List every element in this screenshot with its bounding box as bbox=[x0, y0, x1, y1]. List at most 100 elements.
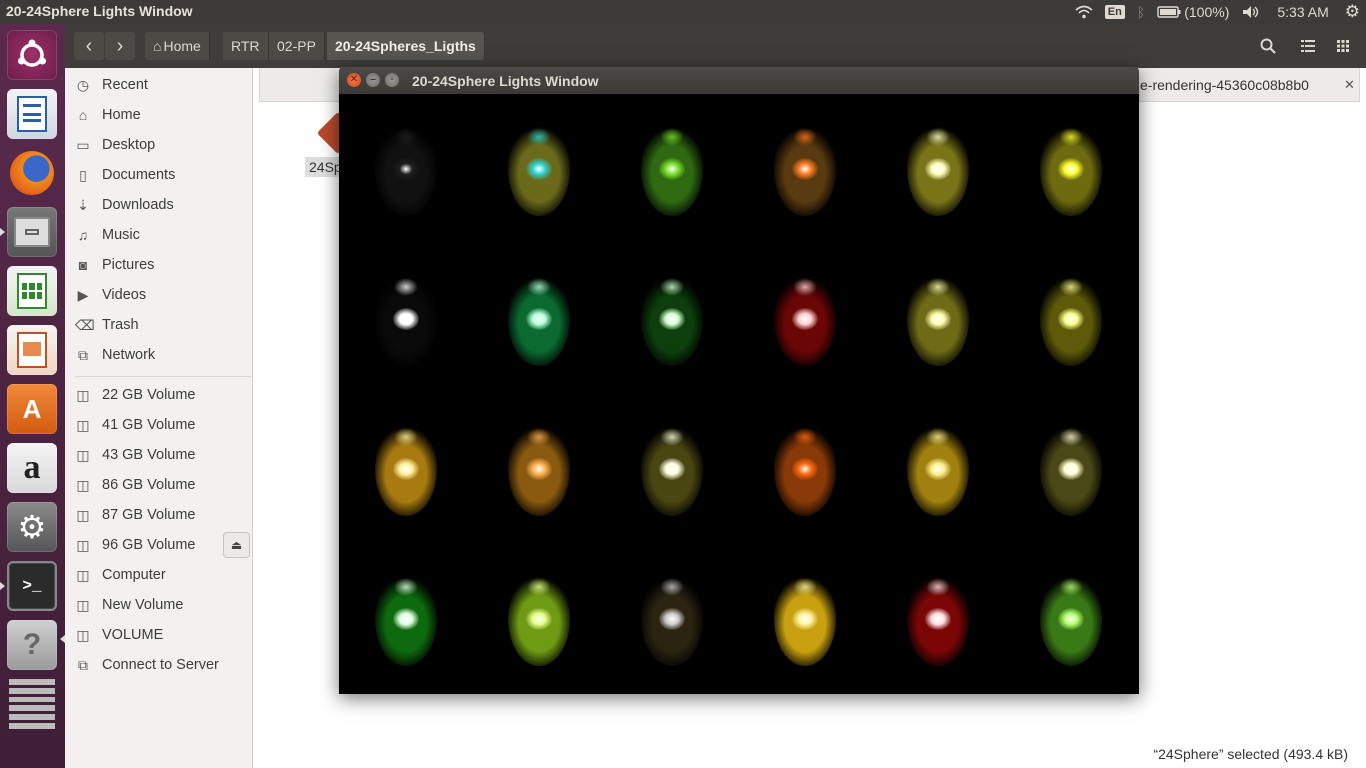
sidebar-item-86gb-volume[interactable]: ◫ 86 GB Volume bbox=[65, 470, 253, 500]
battery-icon bbox=[1157, 6, 1181, 18]
sphere-highlight-center bbox=[925, 158, 951, 180]
sphere-3-4 bbox=[774, 422, 836, 516]
back-button[interactable]: ‹ bbox=[74, 32, 104, 60]
sphere-highlight-center bbox=[925, 308, 951, 330]
sidebar-item-label: VOLUME bbox=[102, 627, 164, 643]
sphere-highlight-top bbox=[527, 428, 551, 446]
sidebar-item-network[interactable]: ⧉ Network bbox=[65, 340, 253, 370]
ubuntu-dash-icon[interactable] bbox=[7, 30, 57, 80]
help-icon[interactable]: ? bbox=[7, 620, 57, 670]
sphere-1-6 bbox=[1040, 122, 1102, 216]
sphere-highlight-center bbox=[393, 308, 419, 330]
volume-icon[interactable] bbox=[1235, 0, 1267, 24]
sphere-4-3 bbox=[641, 572, 703, 666]
sphere-render-canvas[interactable] bbox=[339, 94, 1139, 694]
indicator-area: En ᛒ (100%) 5:33 AM ⚙ bbox=[1069, 0, 1366, 24]
sphere-highlight-top bbox=[394, 428, 418, 446]
forward-button[interactable]: › bbox=[105, 32, 135, 60]
sphere-2-2 bbox=[508, 272, 570, 366]
firefox-icon[interactable] bbox=[7, 148, 57, 198]
wifi-icon[interactable] bbox=[1069, 0, 1099, 24]
sphere-highlight-center bbox=[925, 458, 951, 480]
breadcrumb-home[interactable]: ⌂ Home bbox=[145, 32, 210, 60]
sidebar: ◷ Recent ⌂ Home ▭ Desktop ▯ Documents ⇣ Downl… bbox=[65, 68, 253, 768]
sidebar-item-label: Connect to Server bbox=[102, 657, 219, 673]
sidebar-item-recent[interactable]: ◷ Recent bbox=[65, 70, 253, 100]
breadcrumb-current-folder[interactable]: 20-24Spheres_Ligths bbox=[327, 32, 485, 60]
drive-icon: ◫ bbox=[76, 476, 90, 493]
close-icon[interactable]: ✕ bbox=[1344, 77, 1355, 93]
tab-label[interactable]: e-rendering-45360c08b8b0 bbox=[1140, 77, 1309, 93]
terminal-icon[interactable]: >_ bbox=[7, 561, 57, 611]
libreoffice-writer-icon[interactable] bbox=[7, 89, 57, 139]
clock[interactable]: 5:33 AM bbox=[1267, 0, 1338, 24]
libreoffice-calc-icon[interactable] bbox=[7, 266, 57, 316]
sidebar-item-documents[interactable]: ▯ Documents bbox=[65, 160, 253, 190]
search-icon[interactable] bbox=[1253, 32, 1283, 60]
sphere-highlight-center bbox=[792, 308, 818, 330]
sidebar-item-desktop[interactable]: ▭ Desktop bbox=[65, 130, 253, 160]
sphere-highlight-center bbox=[526, 458, 552, 480]
sphere-highlight-top bbox=[527, 278, 551, 296]
libreoffice-impress-icon[interactable] bbox=[7, 325, 57, 375]
sidebar-item-new-volume[interactable]: ◫ New Volume bbox=[65, 590, 253, 620]
drive-icon: ◫ bbox=[76, 596, 90, 613]
keyboard-layout-indicator[interactable]: En bbox=[1099, 0, 1131, 24]
sidebar-item-trash[interactable]: ⌫ Trash bbox=[65, 310, 253, 340]
sidebar-item-volume[interactable]: ◫ VOLUME bbox=[65, 620, 253, 650]
eject-button[interactable]: ⏏ bbox=[223, 532, 250, 558]
sidebar-item-computer[interactable]: ◫ Computer bbox=[65, 560, 253, 590]
sphere-4-1 bbox=[375, 572, 437, 666]
sphere-2-3 bbox=[641, 272, 703, 366]
bluetooth-icon[interactable]: ᛒ bbox=[1131, 0, 1151, 24]
desktop-icon: ▭ bbox=[76, 136, 90, 153]
menu-grid-icon[interactable] bbox=[1328, 32, 1358, 60]
trash-icon: ⌫ bbox=[75, 316, 95, 333]
sidebar-item-label: 41 GB Volume bbox=[102, 417, 196, 433]
sphere-highlight-top bbox=[1059, 278, 1083, 296]
sidebar-item-home[interactable]: ⌂ Home bbox=[65, 100, 253, 130]
maximize-icon[interactable]: ▫ bbox=[385, 73, 399, 87]
sphere-highlight-top bbox=[660, 128, 684, 146]
sidebar-item-41gb-volume[interactable]: ◫ 41 GB Volume bbox=[65, 410, 253, 440]
gear-icon[interactable]: ⚙ bbox=[1339, 0, 1366, 24]
sidebar-item-43gb-volume[interactable]: ◫ 43 GB Volume bbox=[65, 440, 253, 470]
drive-icon: ◫ bbox=[76, 506, 90, 523]
minimize-icon[interactable]: – bbox=[366, 73, 380, 87]
software-center-icon[interactable]: A bbox=[7, 384, 57, 434]
breadcrumb-rtr[interactable]: RTR bbox=[223, 32, 269, 60]
sphere-highlight-top bbox=[394, 578, 418, 596]
sidebar-item-music[interactable]: ♫ Music bbox=[65, 220, 253, 250]
sidebar-item-connect-to-server[interactable]: ⧉ Connect to Server bbox=[65, 650, 253, 680]
sphere-3-3 bbox=[641, 422, 703, 516]
sidebar-item-label: Computer bbox=[102, 567, 166, 583]
sphere-highlight-center bbox=[1058, 308, 1084, 330]
list-view-icon[interactable] bbox=[1293, 32, 1323, 60]
battery-indicator[interactable]: (100%) bbox=[1151, 0, 1235, 24]
workspaces-icon[interactable] bbox=[7, 679, 57, 729]
gl-window-titlebar[interactable]: ✕ – ▫ 20-24Sphere Lights Window bbox=[339, 67, 1139, 94]
sphere-1-1 bbox=[375, 122, 437, 216]
sidebar-item-87gb-volume[interactable]: ◫ 87 GB Volume bbox=[65, 500, 253, 530]
sidebar-item-label: 87 GB Volume bbox=[102, 507, 196, 523]
sphere-2-6 bbox=[1040, 272, 1102, 366]
sidebar-item-downloads[interactable]: ⇣ Downloads bbox=[65, 190, 253, 220]
files-icon[interactable] bbox=[7, 207, 57, 257]
amazon-icon[interactable]: a bbox=[7, 443, 57, 493]
sphere-highlight-center bbox=[792, 458, 818, 480]
close-icon[interactable]: ✕ bbox=[347, 73, 361, 87]
gl-window[interactable]: ✕ – ▫ 20-24Sphere Lights Window bbox=[339, 67, 1139, 694]
sidebar-item-pictures[interactable]: ◙ Pictures bbox=[65, 250, 253, 280]
sphere-2-5 bbox=[907, 272, 969, 366]
sphere-highlight-center bbox=[393, 458, 419, 480]
sphere-2-1 bbox=[375, 272, 437, 366]
sphere-highlight-center bbox=[1058, 608, 1084, 630]
sphere-1-5 bbox=[907, 122, 969, 216]
sidebar-item-22gb-volume[interactable]: ◫ 22 GB Volume bbox=[65, 380, 253, 410]
sphere-highlight-top bbox=[660, 278, 684, 296]
battery-percent: (100%) bbox=[1184, 4, 1230, 20]
system-settings-icon[interactable]: ⚙ bbox=[7, 502, 57, 552]
sidebar-item-videos[interactable]: ▶ Videos bbox=[65, 280, 253, 310]
files-running-indicator bbox=[0, 228, 5, 236]
breadcrumb-02-pp[interactable]: 02-PP bbox=[269, 32, 325, 60]
